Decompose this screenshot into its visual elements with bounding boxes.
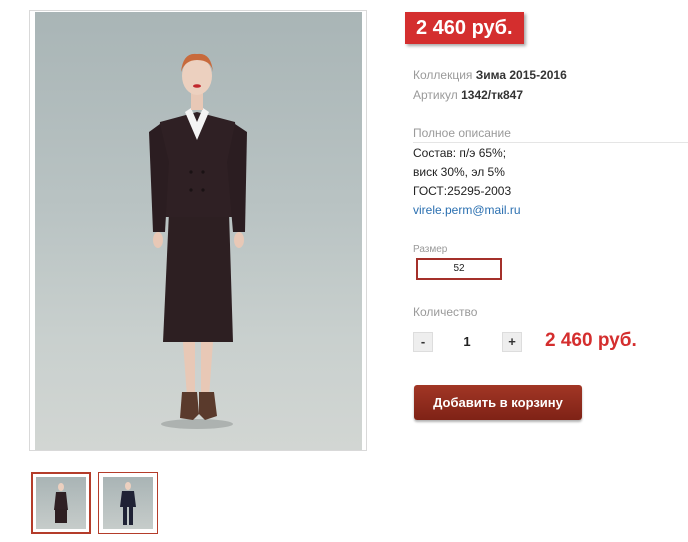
article-label: Артикул	[413, 88, 458, 102]
collection-info: Коллекция Зима 2015-2016	[413, 68, 567, 82]
thumbnail-2[interactable]	[98, 472, 158, 534]
total-price: 2 460 руб.	[545, 330, 637, 351]
email-link[interactable]: virele.perm@mail.ru	[413, 203, 521, 217]
quantity-decrease-button[interactable]: -	[413, 332, 433, 352]
main-product-image[interactable]	[29, 10, 367, 451]
quantity-label: Количество	[413, 305, 478, 319]
quantity-input[interactable]: 1	[452, 334, 482, 349]
price-badge: 2 460 руб.	[405, 12, 524, 44]
quantity-increase-button[interactable]: +	[502, 332, 522, 352]
thumbnail-photo	[36, 477, 86, 529]
description-line-standard: ГОСТ:25295-2003	[413, 184, 512, 198]
article-value: 1342/тк847	[461, 88, 524, 102]
product-photo	[35, 12, 362, 450]
size-label: Размер	[413, 244, 448, 255]
collection-value: Зима 2015-2016	[475, 68, 567, 82]
collection-label: Коллекция	[413, 68, 473, 82]
description-line-fibers: виск 30%, эл 5%	[413, 165, 505, 179]
size-select[interactable]: 52	[416, 258, 502, 280]
article-info: Артикул 1342/тк847	[413, 88, 523, 102]
description-title: Полное описание	[413, 126, 688, 143]
thumbnail-1[interactable]	[31, 472, 91, 534]
model-illustration	[149, 53, 247, 429]
thumbnail-photo	[103, 477, 153, 529]
description-line-composition: Состав: п/э 65%;	[413, 146, 507, 160]
add-to-cart-button[interactable]: Добавить в корзину	[414, 385, 582, 420]
